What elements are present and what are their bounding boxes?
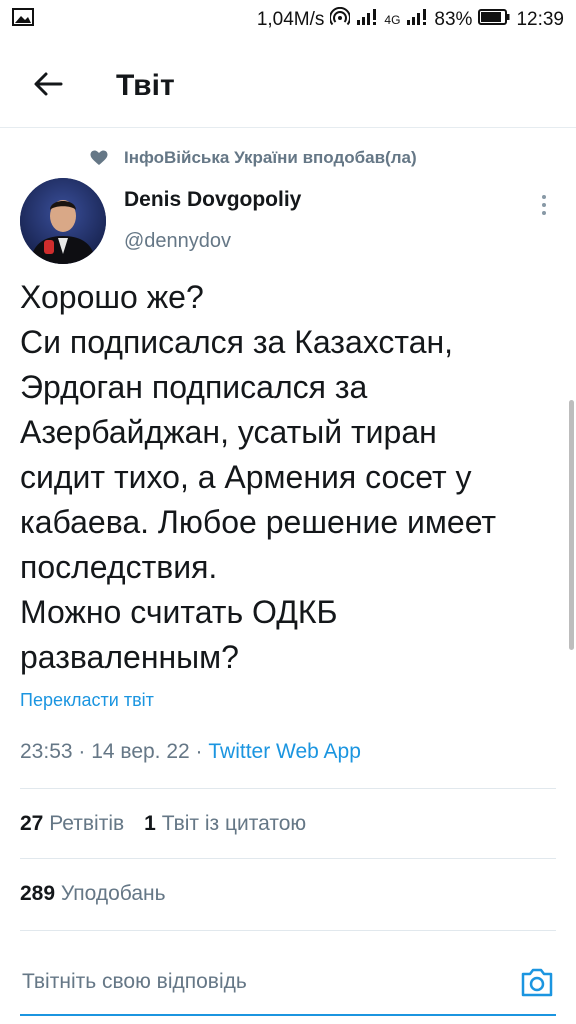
tweet-line: Эрдоган подписался за [20,369,368,405]
retweets-count: 27 [20,812,44,835]
reply-input[interactable]: Твітніть свою відповідь [22,970,247,994]
battery-percent: 83% [434,9,473,30]
avatar[interactable] [20,178,106,264]
divider [20,858,556,859]
translate-tweet-link[interactable]: Перекласти твіт [20,690,154,711]
reply-input-underline [20,1014,556,1016]
more-options-button[interactable] [532,190,556,220]
tweet-line: Азербайджан, усатый тиран [20,414,437,450]
network-type: 4G [384,13,401,27]
tweet-meta: 23:53 · 14 вер. 22 · Twitter Web App [20,740,361,764]
tweet-line: разваленным? [20,639,239,675]
tweet-line: сидит тихо, а Армения сосет у [20,459,472,495]
status-bar-right: 1,04M/s 4G 83% 12:39 [256,6,564,33]
retweets-stat[interactable]: 27 Ретвітів [20,812,124,836]
social-context[interactable]: ІнфоВійська України вподобав(ла) [88,146,417,170]
source-app-link[interactable]: Twitter Web App [208,740,361,763]
tweet-text: Хорошо же? Си подписался за Казахстан, Э… [20,275,560,680]
signal-icon [356,8,378,32]
status-bar-left [12,8,34,32]
tweet-line: последствия. [20,549,218,585]
reply-bar: Твітніть свою відповідь [0,944,576,1024]
likes-label: Уподобань [60,882,166,905]
network-speed: 1,04M/s [256,9,325,30]
more-dot [542,211,546,215]
tweet-line: Си подписался за Казахстан, [20,324,454,360]
scrollbar-thumb[interactable] [569,400,574,650]
engagement-stats: 27 Ретвітів 1 Твіт із цитатою [20,812,306,836]
likes-count: 289 [20,882,56,905]
battery-icon [478,8,510,32]
author-name[interactable]: Denis Dovgopoliy [124,188,301,212]
tweet-line: кабаева. Любое решение имеет [20,504,497,540]
signal-icon-2 [406,8,428,32]
tweet-line: Можно считать ОДКБ [20,594,338,630]
clock: 12:39 [516,9,564,30]
back-button[interactable] [28,66,68,106]
gallery-icon [12,8,34,32]
page-title: Твіт [116,69,175,102]
app-header: Твіт [0,44,576,128]
tweet-timestamp: 23:53 · 14 вер. 22 · [20,740,209,763]
heart-icon [88,147,110,169]
quotes-label: Твіт із цитатою [161,812,307,835]
more-dot [542,195,546,199]
tweet-line: Хорошо же? [20,279,204,315]
social-context-text: ІнфоВійська України вподобав(ла) [124,148,417,167]
author-handle[interactable]: @dennydov [124,230,231,253]
quotes-stat[interactable]: 1 Твіт із цитатою [144,812,306,836]
divider [20,930,556,931]
quotes-count: 1 [144,812,156,835]
camera-button[interactable] [520,966,554,1000]
divider [20,788,556,789]
arrow-left-icon [33,71,63,102]
retweets-label: Ретвітів [49,812,125,835]
likes-stat[interactable]: 289 Уподобань [20,882,166,906]
hotspot-icon [329,6,352,33]
more-dot [542,203,546,207]
status-bar: 1,04M/s 4G 83% 12:39 [0,0,576,40]
camera-icon [520,968,554,1002]
